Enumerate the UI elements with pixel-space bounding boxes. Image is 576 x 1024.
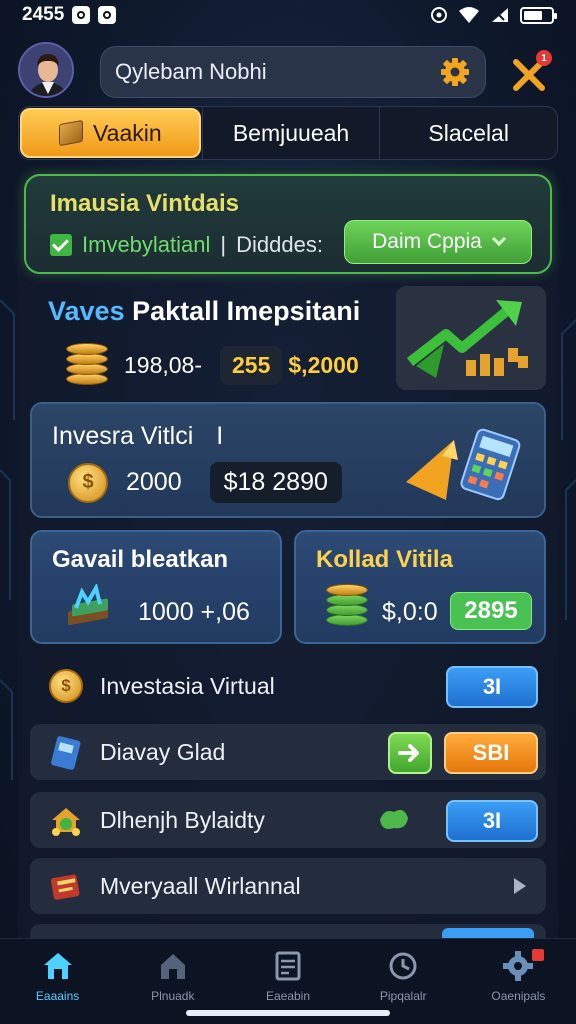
nav-label: Eaeabin	[265, 989, 311, 1003]
value-total: $,2000	[288, 351, 359, 378]
growth-arrow-icon	[406, 300, 528, 378]
alert-title: Imausia Vintdais	[50, 190, 239, 217]
invest-card[interactable]: Invesra Vitlci I $ 2000 $18 2890	[30, 402, 546, 518]
tab-label: Bemjuueah	[232, 119, 350, 146]
tab-bemjuueah[interactable]: Bemjuueah	[201, 107, 380, 159]
nav-label: Plnuadk	[151, 989, 195, 1003]
tab-label: Slacelal	[428, 119, 509, 146]
home-indicator[interactable]	[186, 1010, 390, 1016]
nav-label: Pipqalalr	[379, 989, 427, 1003]
alert-card: Imausia Vintdais Imvebylatianl | Didddes…	[24, 174, 552, 274]
list-item-partial	[30, 924, 546, 938]
at-icon	[431, 7, 447, 23]
list-item-label: Investasia Virtual	[100, 672, 275, 699]
house-icon	[160, 954, 185, 979]
alert-check-label: Imvebylatianl	[82, 232, 211, 257]
house-coins-icon	[48, 802, 84, 838]
document-icon	[275, 951, 301, 981]
nav-label: Eaaains	[35, 989, 80, 1003]
alert-separator: |	[220, 232, 227, 257]
coin-stack-icon	[326, 582, 368, 626]
cash-icon	[380, 810, 408, 829]
battery-icon	[520, 6, 557, 24]
tab-vaakin[interactable]: Vaakin	[20, 108, 201, 158]
gear-icon	[503, 951, 534, 981]
claim-button-label: Daim Cppia	[372, 230, 482, 253]
invest-values: $ 2000 $18 2890	[68, 462, 342, 503]
kollad-card[interactable]: Kollad Vitila $,0:0 2895	[294, 530, 546, 644]
mini-card-value: 1000 +,06	[138, 598, 250, 626]
app-notification-icon	[72, 6, 91, 24]
signal-icon	[492, 8, 508, 22]
nav-item-eaaains[interactable]: Eaaains	[0, 939, 115, 1024]
clock-icon	[389, 952, 417, 980]
search-bar[interactable]: Qylebam Nobhi	[100, 46, 486, 98]
value-amount: 198,08-	[124, 351, 203, 378]
money-stack-icon	[68, 584, 108, 625]
list-item-action-button[interactable]: SBI	[444, 732, 538, 774]
invest-title: Invesra Vitlci I	[52, 422, 224, 450]
calculator-icon	[406, 428, 521, 501]
status-bar: 2455	[0, 0, 576, 30]
search-input[interactable]: Qylebam Nobhi	[115, 59, 439, 85]
value-title-highlight: Vaves	[48, 296, 125, 326]
list-item-label: Diavay Glad	[100, 738, 226, 765]
avatar[interactable]	[18, 42, 74, 98]
arrow-right-button[interactable]	[388, 732, 432, 774]
mini-card-value: $,0:0	[382, 598, 438, 626]
settings-badge	[532, 949, 545, 961]
list-item-dlhenjh[interactable]: Dlhenjh Bylaidty 3I	[30, 792, 546, 848]
chevron-right-icon[interactable]	[512, 876, 528, 896]
nav-item-oaenipals[interactable]: Oaenipals	[461, 939, 576, 1024]
list-item-mveryaall[interactable]: Mveryaall Wirlannal	[30, 858, 546, 914]
list-item-action-button[interactable]: 3I	[446, 800, 538, 842]
dollar-coin-icon: $	[68, 462, 108, 503]
list-item-action-button[interactable]: 3I	[446, 666, 538, 708]
list-item-label: Dlhenjh Bylaidty	[100, 806, 265, 833]
wallet-icon	[48, 868, 84, 904]
value-title-text: Paktall Imepsitani	[132, 296, 361, 326]
chevron-down-icon	[491, 231, 506, 247]
value-highlight: 255	[220, 345, 283, 385]
home-icon	[43, 953, 72, 979]
value-section-title: Vaves Paktall Imepsitani	[48, 296, 360, 327]
value-row: 198,08- 255 $,2000	[66, 340, 359, 390]
nav-label: Oaenipals	[491, 989, 546, 1003]
list-item-diavay[interactable]: Diavay Glad SBI	[30, 724, 546, 780]
tab-bar: Vaakin Bemjuueah Slacelal	[18, 106, 558, 160]
checkbox-icon[interactable]	[50, 234, 72, 256]
invest-balance: $18 2890	[209, 462, 342, 503]
list-item-investasia[interactable]: $ Investasia Virtual 3I	[30, 658, 546, 714]
notification-badge: 1	[536, 50, 552, 66]
tab-label: Vaakin	[93, 119, 162, 146]
arrow-right-icon	[398, 744, 419, 762]
message-notification-icon	[98, 6, 117, 24]
card-icon	[48, 734, 84, 770]
close-button[interactable]: 1	[508, 50, 552, 96]
mini-card-badge[interactable]: 2895	[450, 592, 532, 630]
tab-slacelal[interactable]: Slacelal	[379, 107, 557, 159]
growth-chart-tile[interactable]	[396, 286, 546, 390]
settings-gear-icon[interactable]	[439, 56, 471, 88]
list-item-label: Mveryaall Wirlannal	[100, 872, 301, 899]
coin-stack-icon	[66, 343, 108, 387]
mini-card-title: Gavail bleatkan	[52, 546, 229, 573]
alert-detail: Imvebylatianl | Didddes:	[50, 232, 323, 258]
profile-portrait-icon	[20, 44, 72, 96]
mini-card-title: Kollad Vitila	[316, 546, 453, 573]
dollar-coin-icon: $	[48, 668, 84, 704]
wifi-icon	[459, 7, 479, 23]
gavail-card[interactable]: Gavail bleatkan 1000 +,06	[30, 530, 282, 644]
invest-amount: 2000	[126, 468, 182, 496]
header: Qylebam Nobhi 1	[0, 40, 576, 104]
alert-sub-label: Didddes:	[236, 232, 323, 257]
claim-button[interactable]: Daim Cppia	[344, 220, 532, 264]
status-time: 2455	[22, 4, 65, 25]
gold-box-icon	[59, 119, 84, 147]
